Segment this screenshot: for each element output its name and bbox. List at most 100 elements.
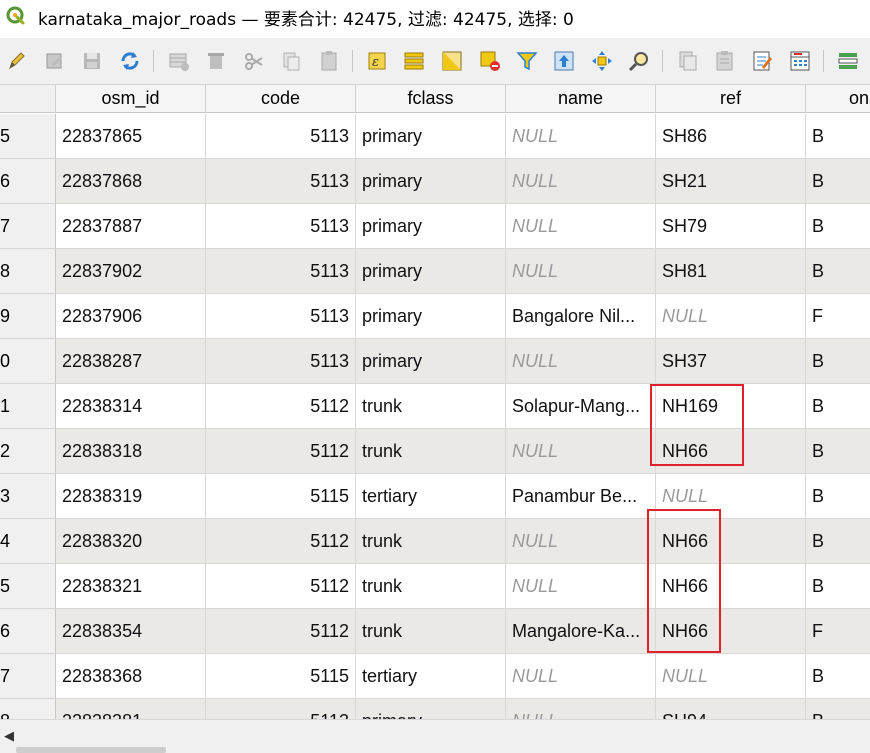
cell-oneway[interactable]: B — [806, 204, 870, 249]
cell-name[interactable]: NULL — [506, 654, 656, 699]
row-header[interactable]: 46 — [0, 159, 56, 204]
cell-ref[interactable]: SH81 — [656, 249, 806, 294]
move-top-icon[interactable] — [551, 48, 577, 74]
row-header[interactable]: 58 — [0, 699, 56, 719]
cell-osm-id[interactable]: 22838318 — [56, 429, 206, 474]
cell-name[interactable]: NULL — [506, 699, 656, 719]
table-row[interactable]: 56228383545112trunkMangalore-Ka...NH66F — [0, 609, 870, 654]
cell-code[interactable]: 5112 — [206, 384, 356, 429]
cell-code[interactable]: 5112 — [206, 609, 356, 654]
cell-fclass[interactable]: primary — [356, 114, 506, 159]
cell-code[interactable]: 5115 — [206, 654, 356, 699]
new-field-icon[interactable] — [749, 48, 775, 74]
cell-fclass[interactable]: trunk — [356, 384, 506, 429]
horizontal-scrollbar[interactable]: ◀ — [0, 719, 870, 753]
cell-oneway[interactable]: B — [806, 339, 870, 384]
select-all-icon[interactable] — [401, 48, 427, 74]
row-header[interactable]: 52 — [0, 429, 56, 474]
table-row[interactable]: 47 228378875113primaryNULLSH79B — [0, 204, 870, 249]
cell-code[interactable]: 5115 — [206, 474, 356, 519]
cell-fclass[interactable]: trunk — [356, 609, 506, 654]
cell-name[interactable]: Panambur Be... — [506, 474, 656, 519]
deselect-icon[interactable] — [477, 48, 503, 74]
cell-oneway[interactable]: B — [806, 114, 870, 159]
cell-oneway[interactable]: B — [806, 654, 870, 699]
cell-ref[interactable]: SH86 — [656, 114, 806, 159]
table-row[interactable]: 58 228383815113primaryNULLSH94B — [0, 699, 870, 719]
cell-oneway[interactable]: B — [806, 249, 870, 294]
cell-osm-id[interactable]: 22838354 — [56, 609, 206, 654]
cell-osm-id[interactable]: 22838368 — [56, 654, 206, 699]
table-row[interactable]: 54228383205112trunkNULLNH66B — [0, 519, 870, 564]
cell-oneway[interactable]: B — [806, 159, 870, 204]
row-header[interactable]: 50 — [0, 339, 56, 384]
cell-osm-id[interactable]: 22837906 — [56, 294, 206, 339]
cell-ref[interactable]: NULL — [656, 294, 806, 339]
cell-name[interactable]: Bangalore Nil... — [506, 294, 656, 339]
cell-oneway[interactable]: F — [806, 609, 870, 654]
table-row[interactable]: 45 228378655113primaryNULLSH86B — [0, 114, 870, 159]
cell-osm-id[interactable]: 22837887 — [56, 204, 206, 249]
cell-osm-id[interactable]: 22837865 — [56, 114, 206, 159]
row-header[interactable]: 56 — [0, 609, 56, 654]
row-header[interactable]: 51 — [0, 384, 56, 429]
cell-name[interactable]: NULL — [506, 159, 656, 204]
cell-fclass[interactable]: primary — [356, 159, 506, 204]
cell-code[interactable]: 5113 — [206, 339, 356, 384]
table-row[interactable]: 48 228379025113primaryNULLSH81B — [0, 249, 870, 294]
add-feature-icon[interactable] — [166, 48, 192, 74]
cell-fclass[interactable]: tertiary — [356, 654, 506, 699]
cell-fclass[interactable]: primary — [356, 204, 506, 249]
cell-osm-id[interactable]: 22838381 — [56, 699, 206, 719]
cell-fclass[interactable]: tertiary — [356, 474, 506, 519]
multi-edit-icon[interactable] — [42, 48, 68, 74]
cell-oneway[interactable]: B — [806, 384, 870, 429]
corner-header[interactable] — [0, 85, 56, 113]
cell-osm-id[interactable]: 22838321 — [56, 564, 206, 609]
cell-osm-id[interactable]: 22838320 — [56, 519, 206, 564]
zoom-icon[interactable] — [626, 48, 652, 74]
table-row[interactable]: 53228383195115tertiaryPanambur Be...NULL… — [0, 474, 870, 519]
copy-icon[interactable] — [278, 48, 304, 74]
column-header-oneway[interactable]: on — [806, 85, 870, 113]
cell-code[interactable]: 5113 — [206, 204, 356, 249]
cell-ref[interactable]: SH79 — [656, 204, 806, 249]
row-header[interactable]: 48 — [0, 249, 56, 294]
row-header[interactable]: 45 — [0, 114, 56, 159]
cell-fclass[interactable]: primary — [356, 339, 506, 384]
row-header[interactable]: 54 — [0, 519, 56, 564]
scrollbar-thumb[interactable] — [16, 747, 166, 753]
delete-icon[interactable] — [203, 48, 229, 74]
column-header-name[interactable]: name — [506, 85, 656, 113]
save-icon[interactable] — [79, 48, 105, 74]
cell-oneway[interactable]: B — [806, 519, 870, 564]
expression-select-icon[interactable]: ε — [364, 48, 390, 74]
copy-rows-icon[interactable] — [675, 48, 701, 74]
calculator-icon[interactable] — [787, 48, 813, 74]
funnel-icon[interactable] — [514, 48, 540, 74]
cell-fclass[interactable]: trunk — [356, 519, 506, 564]
cell-name[interactable]: NULL — [506, 249, 656, 294]
pan-icon[interactable] — [589, 48, 615, 74]
cell-oneway[interactable]: B — [806, 429, 870, 474]
cell-oneway[interactable]: B — [806, 564, 870, 609]
cell-fclass[interactable]: primary — [356, 699, 506, 719]
table-row[interactable]: 55228383215112trunkNULLNH66B — [0, 564, 870, 609]
cell-name[interactable]: NULL — [506, 204, 656, 249]
cell-code[interactable]: 5113 — [206, 249, 356, 294]
cell-fclass[interactable]: primary — [356, 294, 506, 339]
pencil-icon[interactable] — [4, 48, 30, 74]
cell-fclass[interactable]: trunk — [356, 429, 506, 474]
row-header[interactable]: 55 — [0, 564, 56, 609]
paste-rows-icon[interactable] — [712, 48, 738, 74]
cell-ref[interactable]: SH37 — [656, 339, 806, 384]
row-header[interactable]: 57 — [0, 654, 56, 699]
cell-osm-id[interactable]: 22838287 — [56, 339, 206, 384]
row-header[interactable]: 47 — [0, 204, 56, 249]
column-header-osm-id[interactable]: osm_id — [56, 85, 206, 113]
scissors-icon[interactable] — [241, 48, 267, 74]
cell-name[interactable]: Mangalore-Ka... — [506, 609, 656, 654]
cell-ref[interactable]: NULL — [656, 654, 806, 699]
table-row[interactable]: 49 228379065113primaryBangalore Nil...NUL… — [0, 294, 870, 339]
table-row[interactable]: 57228383685115tertiaryNULLNULLB — [0, 654, 870, 699]
